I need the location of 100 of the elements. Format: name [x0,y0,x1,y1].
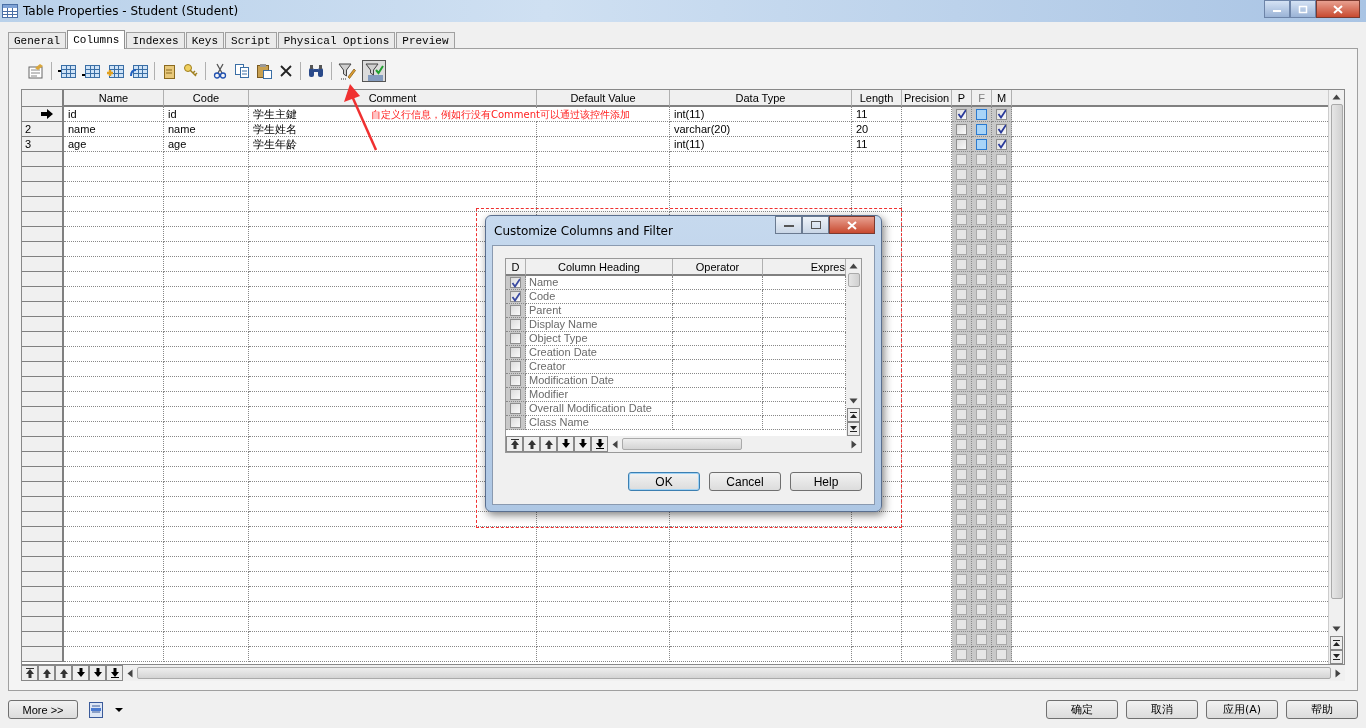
checkbox[interactable] [976,408,987,420]
checkbox[interactable] [996,648,1007,660]
checkbox[interactable] [996,258,1007,270]
list-item[interactable]: Code [526,290,673,304]
checkbox[interactable] [956,198,967,210]
checkbox[interactable] [976,198,987,210]
close-button[interactable] [829,216,875,234]
document-icon[interactable] [88,701,104,718]
move-row-button[interactable] [574,436,591,452]
column-header[interactable]: Default Value [537,90,670,107]
column-header[interactable]: Expres [763,259,846,276]
checkbox[interactable] [996,123,1007,135]
dialog-button[interactable]: 确定 [1046,700,1118,719]
scrollbar-thumb[interactable] [137,667,1331,679]
move-row-button[interactable] [55,665,72,681]
checkbox[interactable] [956,633,967,645]
checkbox[interactable] [976,228,987,240]
list-item[interactable]: Modifier [526,388,673,402]
paste-icon[interactable] [256,63,272,79]
copy-icon[interactable] [234,63,250,79]
scroll-down-icon[interactable] [1332,626,1341,632]
jump-top-icon[interactable] [1330,636,1343,650]
checkbox[interactable] [956,183,967,195]
checkbox[interactable] [996,243,1007,255]
checkbox[interactable] [976,378,987,390]
checkbox[interactable] [956,648,967,660]
checkbox[interactable] [976,348,987,360]
checkbox[interactable] [996,303,1007,315]
checkbox[interactable] [996,438,1007,450]
checkbox[interactable] [976,483,987,495]
checkbox[interactable] [996,498,1007,510]
checkbox[interactable] [996,573,1007,585]
checkbox[interactable] [956,498,967,510]
jump-top-icon[interactable] [847,408,860,422]
jump-bottom-icon[interactable] [1330,650,1343,664]
column-header[interactable]: P [952,90,972,107]
checkbox[interactable] [956,408,967,420]
horizontal-scrollbar[interactable] [608,436,861,452]
checkbox[interactable] [956,513,967,525]
checkbox[interactable] [956,603,967,615]
checkbox[interactable] [996,318,1007,330]
replace-columns-icon[interactable] [130,63,148,79]
tab[interactable]: Indexes [126,32,185,48]
scrollbar-thumb[interactable] [622,438,742,450]
checkbox[interactable] [976,453,987,465]
tab[interactable]: Physical Options [277,32,396,48]
checkbox[interactable] [956,438,967,450]
add-row-icon[interactable] [82,63,100,79]
key-icon[interactable] [183,63,199,79]
checkbox[interactable] [510,305,521,316]
column-header[interactable]: Operator [673,259,763,276]
checkbox[interactable] [976,288,987,300]
checkbox[interactable] [996,228,1007,240]
move-row-button[interactable] [523,436,540,452]
checkbox[interactable] [976,213,987,225]
checkbox[interactable] [976,648,987,660]
checkbox[interactable] [976,393,987,405]
add-columns-icon[interactable] [106,63,124,79]
column-header[interactable]: Name [64,90,164,107]
checkbox[interactable] [510,375,521,386]
checkbox[interactable] [956,378,967,390]
move-row-button[interactable] [38,665,55,681]
checkbox[interactable] [976,123,987,135]
list-item[interactable]: Display Name [526,318,673,332]
checkbox[interactable] [976,303,987,315]
checkbox[interactable] [996,273,1007,285]
checkbox[interactable] [976,333,987,345]
checkbox[interactable] [976,543,987,555]
checkbox[interactable] [996,363,1007,375]
checkbox[interactable] [996,603,1007,615]
scroll-left-icon[interactable] [127,668,133,678]
column-header[interactable]: Column Heading [526,259,673,276]
checkbox[interactable] [996,468,1007,480]
jump-bottom-icon[interactable] [847,422,860,436]
checkbox[interactable] [956,483,967,495]
checkbox[interactable] [956,618,967,630]
checkbox[interactable] [956,318,967,330]
move-row-button[interactable] [89,665,106,681]
maximize-button[interactable] [802,216,829,234]
list-item[interactable]: Creation Date [526,346,673,360]
scroll-left-icon[interactable] [612,439,618,449]
row-header[interactable]: 3 [22,137,64,152]
scroll-right-icon[interactable] [1335,668,1341,678]
move-row-button[interactable] [106,665,123,681]
checkbox[interactable] [996,588,1007,600]
checkbox[interactable] [996,483,1007,495]
horizontal-scrollbar[interactable] [123,665,1345,681]
checkbox[interactable] [956,573,967,585]
dialog-button[interactable]: OK [628,472,700,491]
checkbox[interactable] [996,633,1007,645]
checkbox[interactable] [996,213,1007,225]
checkbox[interactable] [956,423,967,435]
tab[interactable]: Preview [396,32,455,48]
move-row-button[interactable] [72,665,89,681]
list-item[interactable]: Name [526,276,673,290]
filter-list-icon[interactable] [362,60,386,82]
scroll-right-icon[interactable] [851,439,857,449]
checkbox[interactable] [996,423,1007,435]
minimize-button[interactable] [1264,0,1290,18]
row-header[interactable] [22,107,64,122]
